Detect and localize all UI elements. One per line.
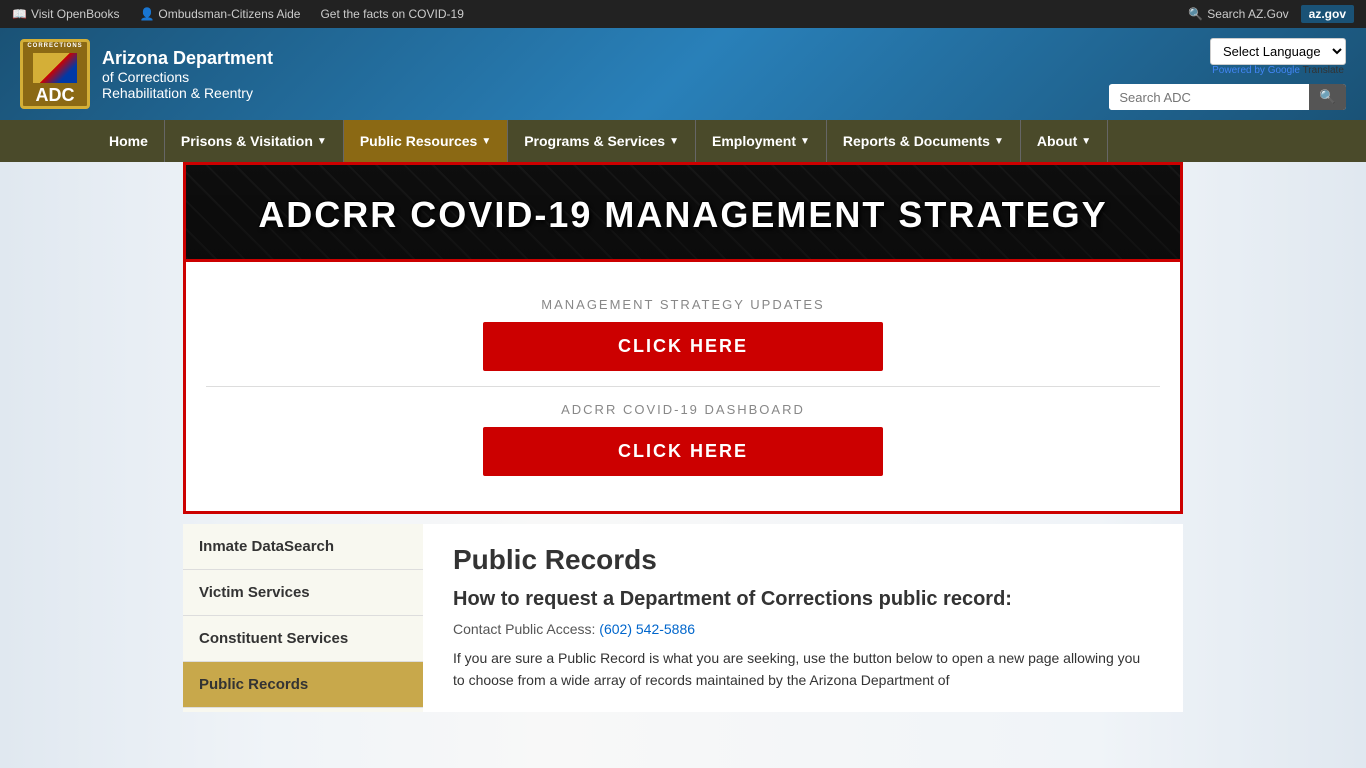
lower-section: Inmate DataSearch Victim Services Consti… <box>183 524 1183 712</box>
nav-about[interactable]: About ▼ <box>1021 120 1108 162</box>
agency-name: Arizona Department of Corrections Rehabi… <box>102 48 273 101</box>
language-dropdown[interactable]: Select Language <box>1210 38 1346 65</box>
covid-dashboard-row: ADCRR COVID-19 DASHBOARD CLICK HERE <box>206 386 1160 491</box>
covid-management-btn[interactable]: CLICK HERE <box>483 322 883 371</box>
content-description: If you are sure a Public Record is what … <box>453 647 1153 692</box>
language-selector[interactable]: Select Language Powered by Google Transl… <box>1210 38 1346 76</box>
nav-reports[interactable]: Reports & Documents ▼ <box>827 120 1021 162</box>
top-bar: 📖 Visit OpenBooks 👤 Ombudsman-Citizens A… <box>0 0 1366 28</box>
agency-logo: CORRECTIONS ADC <box>20 39 90 109</box>
covid-facts-link[interactable]: Get the facts on COVID-19 <box>320 7 463 21</box>
search-box[interactable]: 🔍 <box>1109 84 1346 110</box>
content-subtitle: How to request a Department of Correctio… <box>453 588 1153 611</box>
azgov-link[interactable]: az.gov <box>1301 5 1354 23</box>
sidebar-item-inmate[interactable]: Inmate DataSearch <box>183 524 423 570</box>
search-icon: 🔍 <box>1188 7 1203 21</box>
content-area: Public Records How to request a Departme… <box>423 524 1183 712</box>
nav-prisons[interactable]: Prisons & Visitation ▼ <box>165 120 344 162</box>
contact-phone-link[interactable]: (602) 542-5886 <box>599 621 695 637</box>
contact-line: Contact Public Access: (602) 542-5886 <box>453 621 1153 637</box>
sidebar-item-victim[interactable]: Victim Services <box>183 570 423 616</box>
chevron-down-icon: ▼ <box>800 136 810 147</box>
main-nav: Home Prisons & Visitation ▼ Public Resou… <box>0 120 1366 162</box>
nav-employment[interactable]: Employment ▼ <box>696 120 827 162</box>
openbooks-link[interactable]: 📖 Visit OpenBooks <box>12 7 119 21</box>
covid-dashboard-label: ADCRR COVID-19 DASHBOARD <box>206 402 1160 417</box>
search-input[interactable] <box>1109 85 1309 110</box>
chevron-down-icon: ▼ <box>1081 136 1091 147</box>
page-title: Public Records <box>453 544 1153 576</box>
person-icon: 👤 <box>139 7 154 21</box>
nav-public-resources[interactable]: Public Resources ▼ <box>344 120 508 162</box>
sidebar: Inmate DataSearch Victim Services Consti… <box>183 524 423 712</box>
logo-area: CORRECTIONS ADC Arizona Department of Co… <box>20 39 273 109</box>
covid-section: MANAGEMENT STRATEGY UPDATES CLICK HERE A… <box>183 262 1183 514</box>
covid-management-row: MANAGEMENT STRATEGY UPDATES CLICK HERE <box>206 282 1160 386</box>
chevron-down-icon: ▼ <box>994 136 1004 147</box>
covid-dashboard-btn[interactable]: CLICK HERE <box>483 427 883 476</box>
search-azgov-link[interactable]: 🔍 Search AZ.Gov <box>1188 7 1288 21</box>
covid-management-label: MANAGEMENT STRATEGY UPDATES <box>206 297 1160 312</box>
site-header: CORRECTIONS ADC Arizona Department of Co… <box>0 28 1366 120</box>
ombudsman-link[interactable]: 👤 Ombudsman-Citizens Aide <box>139 7 300 21</box>
nav-home[interactable]: Home <box>93 120 165 162</box>
header-right: Select Language Powered by Google Transl… <box>1109 38 1346 110</box>
topbar-right: 🔍 Search AZ.Gov az.gov <box>1188 5 1354 23</box>
sidebar-item-constituent[interactable]: Constituent Services <box>183 616 423 662</box>
chevron-down-icon: ▼ <box>669 136 679 147</box>
chevron-down-icon: ▼ <box>481 136 491 147</box>
covid-banner: ADCRR COVID-19 MANAGEMENT STRATEGY <box>183 162 1183 262</box>
chevron-down-icon: ▼ <box>317 136 327 147</box>
search-button[interactable]: 🔍 <box>1309 84 1346 110</box>
nav-programs[interactable]: Programs & Services ▼ <box>508 120 696 162</box>
covid-banner-title: ADCRR COVID-19 MANAGEMENT STRATEGY <box>186 165 1180 262</box>
sidebar-item-public-records[interactable]: Public Records <box>183 662 423 708</box>
book-icon: 📖 <box>12 7 27 21</box>
